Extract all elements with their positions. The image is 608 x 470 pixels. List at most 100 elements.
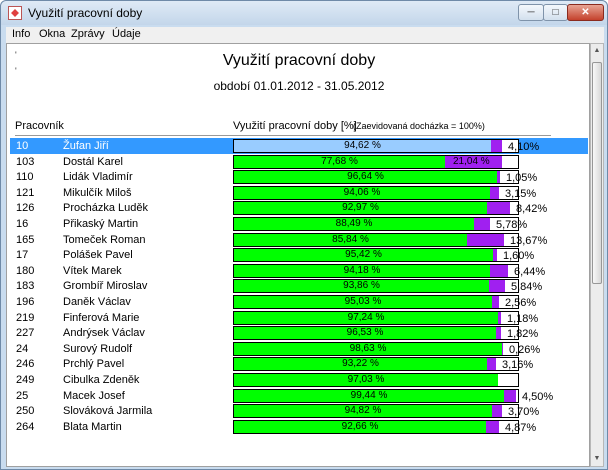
worker-id: 219 xyxy=(16,312,35,324)
worker-row[interactable]: 246 Prchlý Pavel 93,22 % 3,16% xyxy=(10,356,588,372)
rest-percent-label: 1,82% xyxy=(507,328,539,340)
window-title: Využití pracovní doby xyxy=(28,6,143,20)
worked-percent-label: 94,18 % xyxy=(343,265,381,276)
worker-name: Slováková Jarmila xyxy=(63,405,153,417)
close-button[interactable]: ✕ xyxy=(567,4,604,21)
rest-bar-segment xyxy=(474,218,490,230)
rest-percent-label: 1,60% xyxy=(503,250,535,262)
worker-id: 24 xyxy=(16,343,29,355)
worked-percent-label: 93,86 % xyxy=(343,280,380,291)
worker-name: Macek Josef xyxy=(63,390,125,402)
worker-id: 249 xyxy=(16,374,35,386)
worker-name: Prchlý Pavel xyxy=(63,358,125,370)
usage-bar: 92,97 % xyxy=(233,201,519,215)
usage-bar: 94,18 % xyxy=(233,264,519,278)
app-icon[interactable] xyxy=(8,6,22,20)
worker-row[interactable]: 24 Surový Rudolf 98,63 % 0,26% xyxy=(10,341,588,357)
rest-percent-label: 13,67% xyxy=(510,235,548,247)
worker-row[interactable]: 121 Mikulčík Miloš 94,06 % 3,15% xyxy=(10,185,588,201)
scroll-up-icon[interactable]: ▲ xyxy=(591,44,603,58)
rest-bar-segment xyxy=(492,405,502,417)
vertical-scrollbar[interactable]: ▲ ▼ xyxy=(590,43,604,467)
maximize-button[interactable]: □ xyxy=(543,4,568,21)
menu-zpravy[interactable]: Zprávy xyxy=(71,28,105,40)
worker-row[interactable]: 103 Dostál Karel 77,68 % 21,04 % xyxy=(10,154,588,170)
worker-name: Daněk Václav xyxy=(63,296,131,308)
rest-bar-segment xyxy=(492,296,499,308)
rest-percent-label: 0,26% xyxy=(509,344,541,356)
usage-bar: 92,66 % xyxy=(233,420,519,434)
worker-id: 126 xyxy=(16,202,35,214)
worker-row[interactable]: 183 Grombíř Miroslav 93,86 % 5,84% xyxy=(10,278,588,294)
usage-bar: 94,06 % xyxy=(233,186,519,200)
worked-percent-label: 92,66 % xyxy=(341,421,379,432)
report-area: ' ' Využití pracovní doby období 01.01.2… xyxy=(6,43,590,467)
column-header-worker: Pracovník xyxy=(15,120,64,132)
worker-id: 103 xyxy=(16,156,35,168)
worked-percent-label: 93,22 % xyxy=(342,358,379,369)
worker-row[interactable]: 16 Přikaský Martin 88,49 % 5,78% xyxy=(10,216,588,232)
worked-percent-label: 88,49 % xyxy=(335,218,373,229)
menu-okna[interactable]: Okna xyxy=(39,28,65,40)
worker-id: 246 xyxy=(16,358,35,370)
rest-percent-label: 3,15% xyxy=(505,188,537,200)
menu-info[interactable]: Info xyxy=(12,28,30,40)
worked-percent-label: 96,64 % xyxy=(347,171,384,182)
worker-row[interactable]: 110 Lidák Vladimír 96,64 % 1,05% xyxy=(10,169,588,185)
worker-row[interactable]: 180 Vítek Marek 94,18 % 6,44% xyxy=(10,263,588,279)
usage-bar: 94,82 % xyxy=(233,404,519,418)
worker-row[interactable]: 219 Finferová Marie 97,24 % 1,18% xyxy=(10,310,588,326)
title-bar[interactable]: Využití pracovní doby ─ □ ✕ xyxy=(1,1,607,25)
worker-row[interactable]: 264 Blata Martin 92,66 % 4,87% xyxy=(10,419,588,435)
rest-bar-segment xyxy=(504,390,516,402)
report-period: období 01.01.2012 - 31.05.2012 xyxy=(213,79,385,93)
rest-bar-segment xyxy=(486,421,499,433)
worker-row[interactable]: 126 Procházka Luděk 92,97 % 8,42% xyxy=(10,200,588,216)
worker-name: Vítek Marek xyxy=(63,265,122,277)
worker-name: Procházka Luděk xyxy=(63,202,148,214)
usage-bar: 85,84 % xyxy=(233,233,519,247)
worked-percent-label: 95,03 % xyxy=(344,296,382,307)
worked-percent-label: 98,63 % xyxy=(349,343,387,354)
worked-percent-label: 97,03 % xyxy=(347,374,385,385)
minimize-button[interactable]: ─ xyxy=(518,4,544,21)
scroll-thumb[interactable] xyxy=(592,62,602,284)
worked-percent-label: 97,24 % xyxy=(347,312,385,323)
worker-row[interactable]: 165 Tomeček Roman 85,84 % 13,67% xyxy=(10,232,588,248)
worker-row[interactable]: 196 Daněk Václav 95,03 % 2,56% xyxy=(10,294,588,310)
usage-bar: 95,03 % xyxy=(233,295,519,309)
worker-name: Surový Rudolf xyxy=(63,343,133,355)
worker-id: 25 xyxy=(16,390,29,402)
rest-bar-segment xyxy=(497,171,500,183)
worker-row[interactable]: 10 Žufan Jiří 94,62 % 4,10% xyxy=(10,138,588,154)
scroll-down-icon[interactable]: ▼ xyxy=(591,452,603,466)
menu-udaje[interactable]: Údaje xyxy=(112,28,141,40)
rest-percent-label: 4,10% xyxy=(508,141,540,153)
worker-name: Cibulka Zdeněk xyxy=(63,374,140,386)
rest-bar-segment xyxy=(490,187,499,199)
usage-bar: 93,22 % xyxy=(233,357,519,371)
worker-row[interactable]: 17 Polášek Pavel 95,42 % 1,60% xyxy=(10,247,588,263)
worker-id: 183 xyxy=(16,280,35,292)
worker-row[interactable]: 227 Andrýsek Václav 96,53 % 1,82% xyxy=(10,325,588,341)
worker-id: 227 xyxy=(16,327,35,339)
usage-bar: 77,68 % 21,04 % xyxy=(233,155,519,169)
worker-name: Žufan Jiří xyxy=(63,140,109,152)
rest-percent-label: 4,87% xyxy=(505,422,537,434)
usage-bar: 94,62 % xyxy=(233,139,519,153)
rest-bar-segment xyxy=(467,234,504,246)
worker-row[interactable]: 250 Slováková Jarmila 94,82 % 3,70% xyxy=(10,403,588,419)
worker-name: Mikulčík Miloš xyxy=(63,187,132,199)
usage-bar: 97,03 % xyxy=(233,373,519,387)
worker-row[interactable]: 25 Macek Josef 99,44 % 4,50% xyxy=(10,388,588,404)
worker-id: 264 xyxy=(16,421,35,433)
worked-percent-label: 94,62 % xyxy=(344,140,381,151)
rest-bar-segment xyxy=(489,280,505,292)
rest-bar-segment xyxy=(487,202,510,214)
worker-name: Finferová Marie xyxy=(63,312,140,324)
worker-id: 16 xyxy=(16,218,29,230)
usage-bar: 98,63 % xyxy=(233,342,519,356)
worker-row[interactable]: 249 Cibulka Zdeněk 97,03 % xyxy=(10,372,588,388)
worked-percent-label: 77,68 % xyxy=(321,156,358,167)
rest-bar-segment xyxy=(487,358,496,370)
